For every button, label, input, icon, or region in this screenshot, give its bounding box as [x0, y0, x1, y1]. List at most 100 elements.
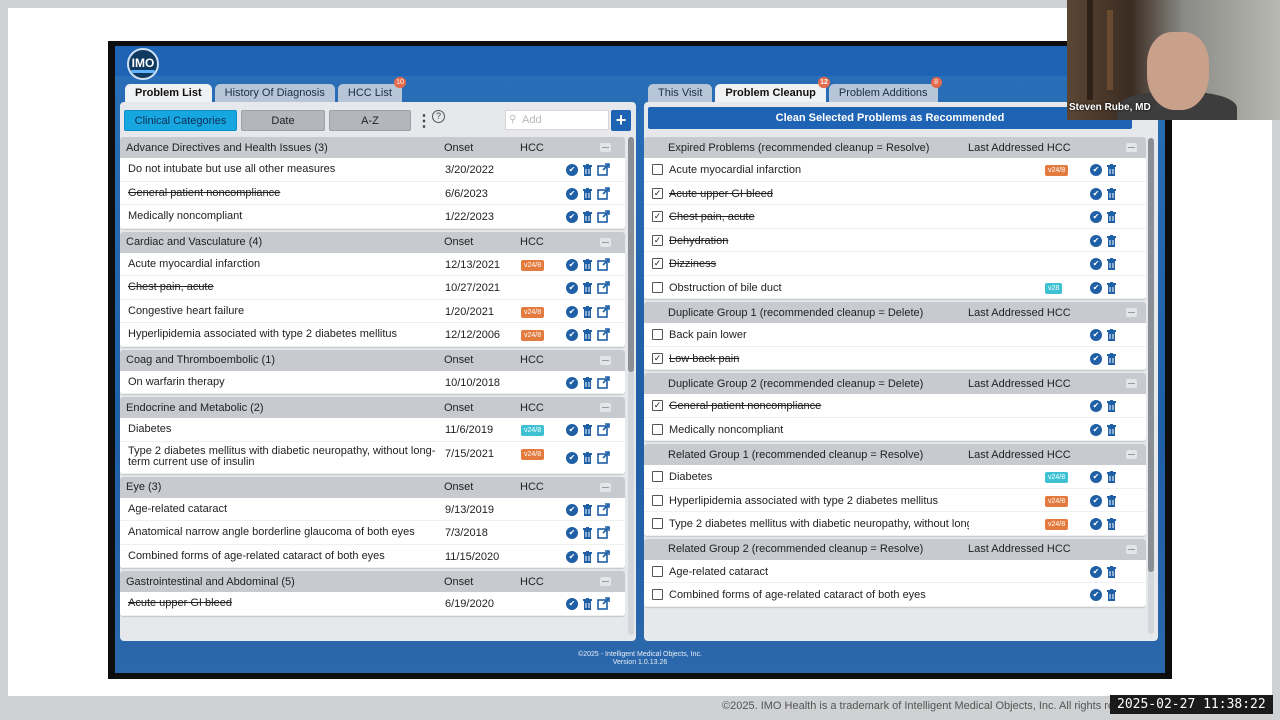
delete-trash-icon[interactable] — [582, 527, 593, 539]
delete-trash-icon[interactable] — [582, 188, 593, 200]
delete-trash-icon[interactable] — [1106, 329, 1117, 341]
delete-trash-icon[interactable] — [1106, 188, 1117, 200]
problem-row[interactable]: On warfarin therapy 10/10/2018 ✔ — [120, 371, 625, 394]
select-checkbox[interactable] — [652, 471, 663, 482]
cleanup-row[interactable]: Diabetes v24/8 ✔ — [644, 465, 1146, 489]
open-external-icon[interactable] — [597, 503, 610, 516]
tab-this-visit[interactable]: This Visit — [648, 84, 713, 103]
group-header[interactable]: Advance Directives and Health Issues (3)… — [120, 137, 625, 158]
tab-problem-list[interactable]: Problem List — [125, 84, 212, 103]
open-external-icon[interactable] — [597, 210, 610, 223]
confirm-check-icon[interactable]: ✔ — [1090, 589, 1102, 601]
delete-trash-icon[interactable] — [1106, 495, 1117, 507]
delete-trash-icon[interactable] — [582, 259, 593, 271]
tab-problem-additions[interactable]: Problem Additions 8 — [828, 77, 942, 103]
delete-trash-icon[interactable] — [582, 452, 593, 464]
clinical-categories-button[interactable]: Clinical Categories — [124, 110, 237, 131]
cleanup-row[interactable]: Age-related cataract ✔ — [644, 560, 1146, 583]
cleanup-row[interactable]: Combined forms of age-related cataract o… — [644, 583, 1146, 607]
confirm-check-icon[interactable]: ✔ — [566, 187, 578, 200]
confirm-check-icon[interactable]: ✔ — [566, 282, 578, 294]
confirm-check-icon[interactable]: ✔ — [1090, 164, 1102, 176]
confirm-check-icon[interactable]: ✔ — [1090, 471, 1102, 483]
select-checkbox[interactable]: ✓ — [652, 352, 663, 364]
right-scrollbar[interactable] — [1148, 138, 1154, 634]
cleanup-row[interactable]: Back pain lower ✔ — [644, 323, 1146, 347]
confirm-check-icon[interactable]: ✔ — [1090, 258, 1102, 270]
open-external-icon[interactable] — [597, 550, 610, 563]
problem-row[interactable]: Combined forms of age-related cataract o… — [120, 545, 625, 568]
problem-row[interactable]: Anatomical narrow angle borderline glauc… — [120, 521, 625, 545]
confirm-check-icon[interactable]: ✔ — [1090, 565, 1102, 578]
select-checkbox[interactable] — [652, 164, 663, 175]
select-checkbox[interactable] — [652, 589, 663, 600]
tab-history-of-diagnosis[interactable]: History Of Diagnosis — [214, 84, 335, 103]
delete-trash-icon[interactable] — [582, 164, 593, 176]
group-header[interactable]: Duplicate Group 1 (recommended cleanup =… — [644, 302, 1146, 323]
problem-row[interactable]: Hyperlipidemia associated with type 2 di… — [120, 323, 625, 347]
problem-row[interactable]: Acute upper GI bleed 6/19/2020 ✔ — [120, 592, 625, 616]
confirm-check-icon[interactable]: ✔ — [566, 527, 578, 539]
select-checkbox[interactable]: ✓ — [652, 234, 663, 246]
delete-trash-icon[interactable] — [1106, 589, 1117, 601]
open-external-icon[interactable] — [597, 258, 610, 271]
clean-selected-button[interactable]: Clean Selected Problems as Recommended — [648, 107, 1132, 129]
collapse-icon[interactable] — [600, 143, 611, 152]
confirm-check-icon[interactable]: ✔ — [566, 211, 578, 223]
delete-trash-icon[interactable] — [1106, 235, 1117, 247]
collapse-icon[interactable] — [1126, 450, 1137, 459]
date-sort-button[interactable]: Date — [241, 110, 325, 131]
confirm-check-icon[interactable]: ✔ — [566, 329, 578, 341]
select-checkbox[interactable] — [652, 329, 663, 340]
problem-row[interactable]: Acute myocardial infarction 12/13/2021 v24… — [120, 253, 625, 276]
confirm-check-icon[interactable]: ✔ — [566, 550, 578, 563]
cleanup-row[interactable]: ✓ General patient noncompliance ✔ — [644, 394, 1146, 418]
cleanup-row[interactable]: ✓ Dizziness ✔ — [644, 252, 1146, 276]
select-checkbox[interactable]: ✓ — [652, 258, 663, 269]
collapse-icon[interactable] — [1126, 143, 1137, 152]
confirm-check-icon[interactable]: ✔ — [1090, 518, 1102, 530]
collapse-icon[interactable] — [600, 403, 611, 412]
cleanup-row[interactable]: ✓ Low back pain ✔ — [644, 347, 1146, 370]
open-external-icon[interactable] — [597, 163, 610, 176]
collapse-icon[interactable] — [600, 577, 611, 586]
confirm-check-icon[interactable]: ✔ — [566, 258, 578, 271]
left-scroll-thumb[interactable] — [628, 137, 634, 372]
confirm-check-icon[interactable]: ✔ — [566, 376, 578, 389]
cleanup-row[interactable]: Obstruction of bile duct v28 ✔ — [644, 276, 1146, 299]
delete-trash-icon[interactable] — [1106, 353, 1117, 365]
confirm-check-icon[interactable]: ✔ — [1090, 352, 1102, 365]
delete-trash-icon[interactable] — [1106, 258, 1117, 270]
group-header[interactable]: Related Group 1 (recommended cleanup = R… — [644, 444, 1146, 465]
group-header[interactable]: Eye (3) Onset HCC — [120, 476, 625, 498]
open-external-icon[interactable] — [597, 281, 610, 294]
problem-row[interactable]: Age-related cataract 9/13/2019 ✔ — [120, 498, 625, 521]
select-checkbox[interactable]: ✓ — [652, 187, 663, 199]
open-external-icon[interactable] — [597, 328, 610, 341]
group-header[interactable]: Related Group 2 (recommended cleanup = R… — [644, 538, 1146, 560]
problem-row[interactable]: Diabetes 11/6/2019 v24/8 ✔ — [120, 418, 625, 442]
confirm-check-icon[interactable]: ✔ — [1090, 494, 1102, 507]
confirm-check-icon[interactable]: ✔ — [1090, 211, 1102, 223]
delete-trash-icon[interactable] — [582, 424, 593, 436]
delete-trash-icon[interactable] — [582, 377, 593, 389]
confirm-check-icon[interactable]: ✔ — [1090, 423, 1102, 436]
confirm-check-icon[interactable]: ✔ — [566, 305, 578, 318]
cleanup-row[interactable]: Type 2 diabetes mellitus with diabetic n… — [644, 512, 1146, 536]
confirm-check-icon[interactable]: ✔ — [566, 503, 578, 516]
collapse-icon[interactable] — [1126, 544, 1137, 554]
collapse-icon[interactable] — [600, 237, 611, 247]
tab-hcc-list[interactable]: HCC List 10 — [337, 77, 406, 103]
delete-trash-icon[interactable] — [1106, 424, 1117, 436]
left-scrollbar[interactable] — [628, 137, 634, 635]
select-checkbox[interactable] — [652, 565, 663, 577]
select-checkbox[interactable] — [652, 281, 663, 293]
problem-row[interactable]: Chest pain, acute 10/27/2021 ✔ — [120, 276, 625, 300]
group-header[interactable]: Cardiac and Vasculature (4) Onset HCC — [120, 231, 625, 253]
confirm-check-icon[interactable]: ✔ — [1090, 329, 1102, 341]
confirm-check-icon[interactable]: ✔ — [566, 164, 578, 176]
confirm-check-icon[interactable]: ✔ — [566, 598, 578, 610]
problem-row[interactable]: Congestive heart failure 1/20/2021 v24/8 ✔ — [120, 300, 625, 323]
open-external-icon[interactable] — [597, 305, 610, 318]
group-header[interactable]: Duplicate Group 2 (recommended cleanup =… — [644, 373, 1146, 394]
